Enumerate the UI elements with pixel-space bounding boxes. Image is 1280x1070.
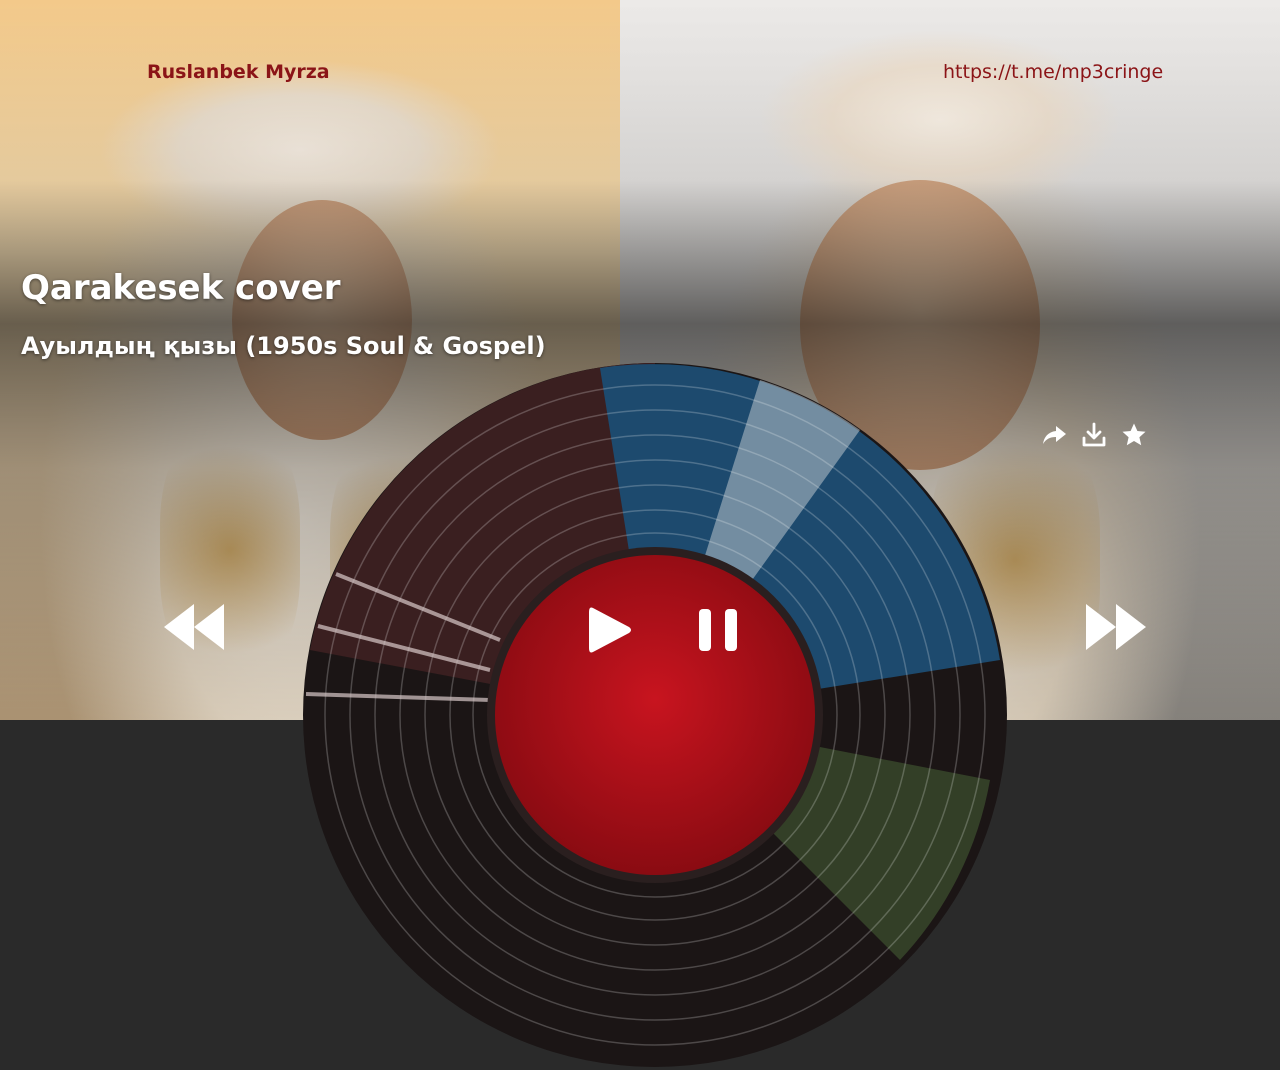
vinyl-record bbox=[303, 363, 1007, 1067]
pause-icon[interactable] bbox=[695, 606, 741, 654]
share-icon[interactable] bbox=[1040, 420, 1068, 450]
fast-forward-icon[interactable] bbox=[1080, 600, 1150, 654]
track-subtitle: Ауылдың қызы (1950s Soul & Gospel) bbox=[21, 332, 546, 360]
star-icon[interactable] bbox=[1120, 420, 1148, 450]
channel-link[interactable]: https://t.me/mp3cringe bbox=[943, 61, 1163, 83]
channel-name: Ruslanbek Myrza bbox=[147, 61, 330, 83]
disc-label bbox=[495, 555, 815, 875]
track-title: Qarakesek cover bbox=[21, 268, 341, 308]
play-icon[interactable] bbox=[585, 604, 635, 656]
rewind-icon[interactable] bbox=[160, 600, 228, 654]
action-bar bbox=[1040, 420, 1148, 450]
download-icon[interactable] bbox=[1080, 420, 1108, 450]
